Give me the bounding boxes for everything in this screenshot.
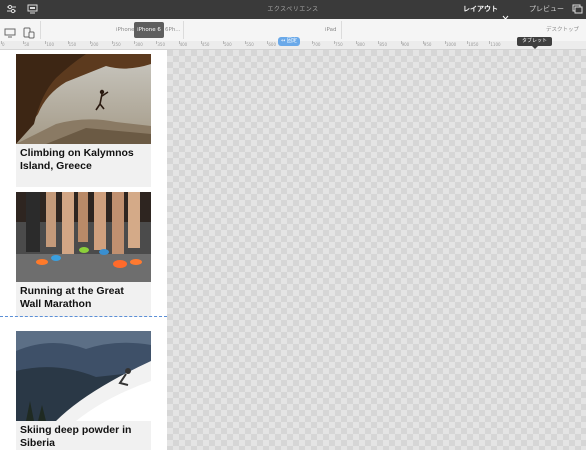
ruler-tick-label: 400 xyxy=(179,42,188,47)
tablet-tooltip: タブレット xyxy=(517,37,552,49)
ruler-tick-label: 300 xyxy=(135,42,143,47)
top-toolbar: エクスペリエンス レイアウト プレビュー xyxy=(0,0,586,20)
app-title: エクスペリエンス xyxy=(267,6,319,13)
ruler-tick-label: 100 xyxy=(46,42,55,47)
ruler-tick-label: 450 xyxy=(201,42,210,47)
ruler-tick-label: 750 xyxy=(335,42,343,47)
card-climbing[interactable]: Climbing on Kalymnos Island, Greece xyxy=(16,54,151,187)
card-skiing[interactable]: Skiing deep powder in Siberia xyxy=(16,331,151,450)
layout-menu[interactable]: レイアウト xyxy=(463,0,498,19)
ruler-tick-label: 600 xyxy=(268,42,277,47)
device-ipad[interactable]: iPad xyxy=(325,19,336,41)
ruler-tick-label: 1000 xyxy=(446,42,457,47)
ruler-tick-label: 900 xyxy=(401,42,410,47)
ruler-tick-label: 500 xyxy=(224,42,232,47)
device-iphone6-active[interactable]: iPhone 6 xyxy=(134,22,164,38)
ruler-tick-label: 950 xyxy=(423,42,432,47)
ruler-tick-label: 50 xyxy=(24,42,30,47)
ruler-tick-label: 1050 xyxy=(468,42,479,47)
ruler-tick-label: 1100 xyxy=(490,42,501,47)
fold-line xyxy=(0,316,167,317)
card-caption: Skiing deep powder in Siberia xyxy=(20,424,132,449)
ruler-tick-label: 0 xyxy=(2,42,5,47)
empty-canvas-area xyxy=(167,50,586,450)
card-running[interactable]: Running at the Great Wall Marathon xyxy=(16,192,151,317)
ruler-tick-label: 150 xyxy=(68,42,77,47)
desktop-monitor-icon[interactable] xyxy=(4,24,16,38)
preview-button[interactable]: プレビュー xyxy=(529,0,564,19)
ruler-tick-label: 700 xyxy=(312,42,321,47)
marathon-photo xyxy=(16,192,151,282)
ruler-tick-label: 850 xyxy=(379,42,388,47)
divider xyxy=(40,21,41,39)
ruler-tick-label: 250 xyxy=(113,42,121,47)
ruler-tick-label: 800 xyxy=(357,42,365,47)
climbing-photo xyxy=(16,54,151,144)
mobile-devices-icon[interactable] xyxy=(23,24,35,39)
divider xyxy=(341,21,342,39)
ruler-tick-label: 550 xyxy=(246,42,254,47)
ruler-tick-label: 350 xyxy=(157,42,166,47)
divider xyxy=(183,21,184,39)
fixed-width-pin[interactable]: ↔ 固定 xyxy=(278,37,300,46)
device-iphone[interactable]: iPhone xyxy=(116,19,135,41)
device-iphone6plus[interactable]: 6Ph... xyxy=(165,19,181,41)
copy-window-icon[interactable] xyxy=(571,3,583,15)
skiing-photo xyxy=(16,331,151,421)
chevron-down-icon[interactable] xyxy=(502,6,509,20)
card-caption: Climbing on Kalymnos Island, Greece xyxy=(20,147,134,172)
card-caption: Running at the Great Wall Marathon xyxy=(20,285,124,310)
ruler-tick-label: 200 xyxy=(90,42,99,47)
phone-preview[interactable]: Climbing on Kalymnos Island, Greece Runn… xyxy=(0,50,167,450)
